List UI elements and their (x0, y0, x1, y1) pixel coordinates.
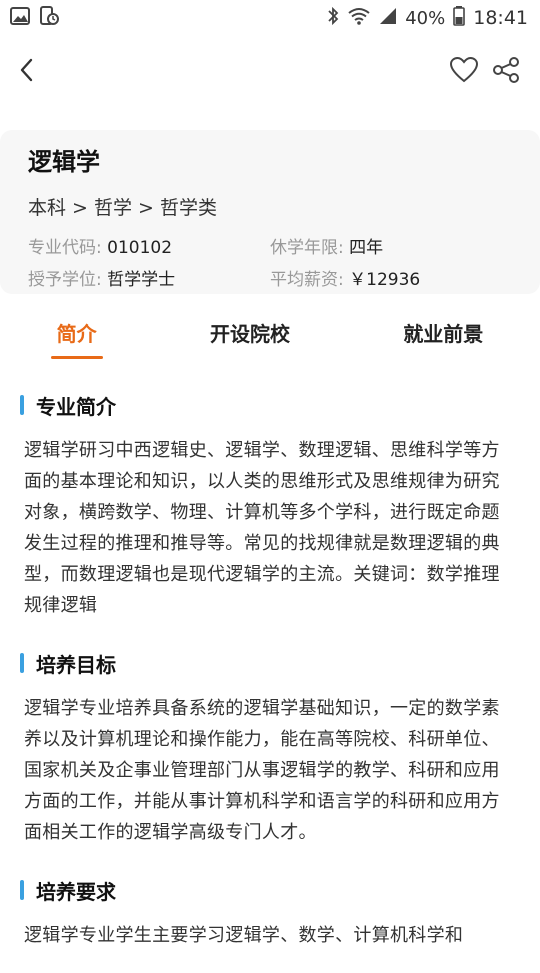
tab-bar: 简介 开设院校 就业前景 (0, 310, 540, 360)
status-left (10, 5, 60, 31)
status-right: 40% 18:41 (327, 5, 528, 31)
study-years-value: 四年 (349, 238, 384, 258)
section-body: 逻辑学研习中西逻辑史、逻辑学、数理逻辑、思维科学等方面的基本理论和知识，以人类的… (24, 440, 500, 616)
salary-label: 平均薪资: (270, 270, 344, 290)
top-bar (0, 36, 540, 108)
major-code-value: 010102 (107, 238, 173, 258)
section-body: 逻辑学专业培养具备系统的逻辑学基础知识，一定的数学素养以及计算机理论和操作能力，… (24, 698, 500, 843)
study-years: 休学年限: 四年 (270, 232, 512, 264)
tab-career[interactable]: 就业前景 (397, 318, 489, 353)
salary-value: ￥12936 (349, 270, 421, 290)
battery-text: 40% (405, 7, 446, 29)
detail-row: 授予学位: 哲学学士 平均薪资: ￥12936 (28, 264, 512, 296)
clock: 18:41 (473, 7, 528, 29)
intro-content: 专业简介 逻辑学研习中西逻辑史、逻辑学、数理逻辑、思维科学等方面的基本理论和知识… (0, 385, 540, 973)
section-header: 专业简介 (20, 385, 518, 425)
section-body: 逻辑学专业学生主要学习逻辑学、数学、计算机科学和 (24, 925, 464, 946)
section-overview: 专业简介 逻辑学研习中西逻辑史、逻辑学、数理逻辑、思维科学等方面的基本理论和知识… (20, 385, 518, 621)
wifi-icon (347, 7, 371, 30)
section-marker (20, 653, 24, 673)
degree-value: 哲学学士 (107, 270, 176, 290)
section-goals: 培养目标 逻辑学专业培养具备系统的逻辑学基础知识，一定的数学素养以及计算机理论和… (20, 643, 518, 848)
degree-label: 授予学位: (28, 270, 102, 290)
top-actions (449, 56, 520, 88)
battery-icon (453, 5, 466, 31)
image-icon (10, 6, 30, 30)
study-years-label: 休学年限: (270, 238, 344, 258)
signal-icon (379, 7, 397, 30)
section-title: 培养要求 (36, 879, 116, 904)
back-icon[interactable] (16, 57, 38, 87)
major-code: 专业代码: 010102 (28, 232, 270, 264)
section-header: 培养目标 (20, 643, 518, 683)
section-title: 专业简介 (36, 394, 116, 419)
section-header: 培养要求 (20, 870, 518, 910)
major-name: 逻辑学 (28, 148, 100, 176)
major-code-label: 专业代码: (28, 238, 102, 258)
detail-row: 专业代码: 010102 休学年限: 四年 (28, 232, 512, 264)
bluetooth-icon (327, 6, 339, 31)
section-requirements: 培养要求 逻辑学专业学生主要学习逻辑学、数学、计算机科学和 (20, 870, 518, 951)
major-category-path: 本科 > 哲学 > 哲学类 (28, 197, 217, 219)
section-marker (20, 395, 24, 415)
major-info-card: 逻辑学 本科 > 哲学 > 哲学类 专业代码: 010102 休学年限: 四年 … (0, 130, 540, 294)
phone-clock-icon (38, 5, 60, 31)
average-salary: 平均薪资: ￥12936 (270, 264, 512, 296)
degree: 授予学位: 哲学学士 (28, 264, 270, 296)
heart-icon[interactable] (449, 56, 479, 87)
share-icon[interactable] (492, 56, 520, 88)
tab-intro[interactable]: 简介 (50, 318, 103, 359)
section-marker (20, 880, 24, 900)
major-details: 专业代码: 010102 休学年限: 四年 授予学位: 哲学学士 平均薪资: ￥… (28, 232, 512, 296)
status-bar: 40% 18:41 (0, 0, 540, 36)
section-title: 培养目标 (36, 652, 116, 677)
tab-colleges[interactable]: 开设院校 (204, 318, 296, 353)
